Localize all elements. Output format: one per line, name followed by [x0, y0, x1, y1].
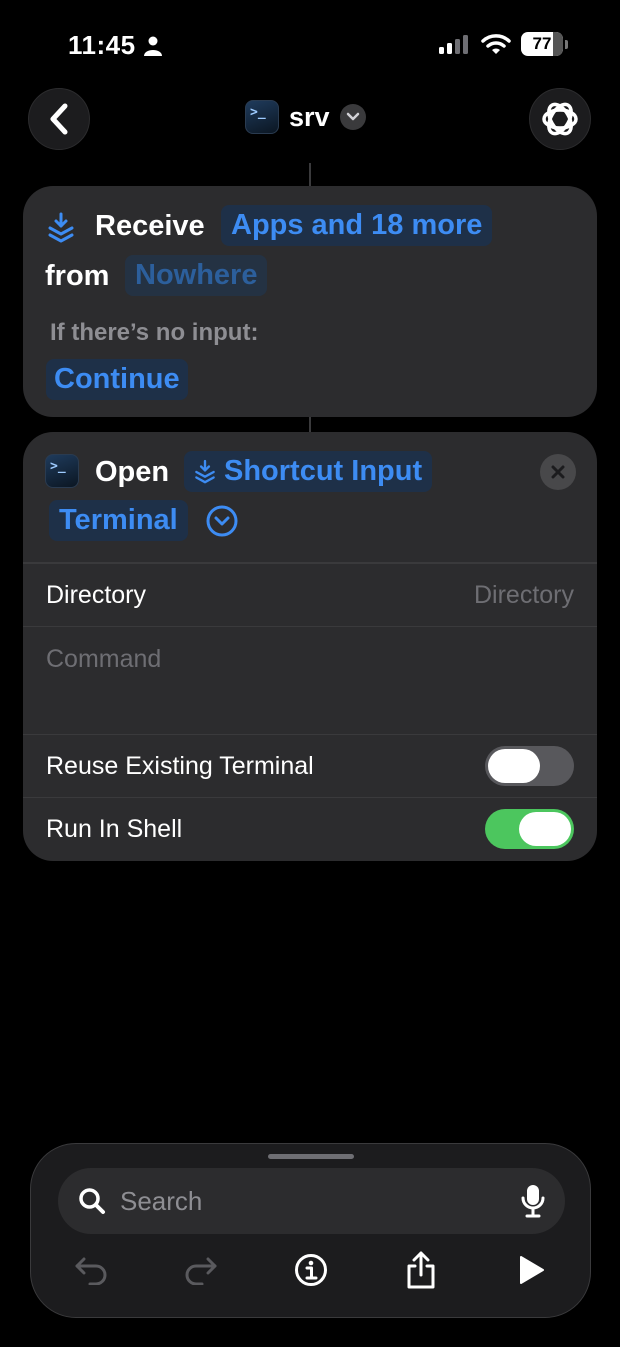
- source-token[interactable]: Nowhere: [125, 255, 268, 296]
- directory-row[interactable]: Directory Directory: [23, 562, 597, 626]
- share-icon: [407, 1251, 435, 1289]
- run-shortcut-button[interactable]: [511, 1250, 551, 1290]
- terminal-app-icon: >_: [245, 100, 279, 134]
- reuse-terminal-row: Reuse Existing Terminal: [23, 734, 597, 797]
- expand-chevron-icon[interactable]: [206, 505, 238, 537]
- app-token[interactable]: Terminal: [49, 500, 188, 541]
- chevron-down-icon: [339, 104, 366, 130]
- wifi-icon: [481, 34, 511, 54]
- directory-field[interactable]: Directory: [474, 581, 574, 610]
- run-in-shell-toggle[interactable]: [485, 809, 574, 849]
- terminal-app-icon: >_: [45, 454, 79, 488]
- reuse-terminal-toggle[interactable]: [485, 746, 574, 786]
- run-in-shell-row: Run In Shell: [23, 797, 597, 860]
- command-row[interactable]: Command: [23, 626, 597, 734]
- signal-icon: [439, 35, 468, 54]
- input-types-token[interactable]: Apps and 18 more: [221, 205, 493, 246]
- directory-label: Directory: [46, 580, 147, 609]
- status-icons: 77: [439, 32, 568, 56]
- receive-stack-icon: [48, 212, 74, 243]
- receive-stack-icon: [195, 459, 215, 483]
- shortcut-input-token[interactable]: Shortcut Input: [184, 451, 433, 492]
- receive-label: Receive: [95, 210, 205, 242]
- redo-button[interactable]: [181, 1250, 221, 1290]
- shortcut-title: srv: [289, 101, 330, 132]
- undo-icon: [75, 1257, 107, 1285]
- battery-level: 77: [532, 34, 552, 53]
- command-field[interactable]: Command: [46, 645, 161, 674]
- play-icon: [520, 1256, 544, 1284]
- info-icon: [295, 1254, 327, 1286]
- receive-action-card[interactable]: Receive Apps and 18 more from Nowhere If…: [23, 186, 597, 417]
- share-button[interactable]: [401, 1250, 441, 1290]
- action-search-panel: Search: [30, 1143, 591, 1318]
- no-input-action-token[interactable]: Continue: [46, 359, 188, 400]
- battery-icon: 77: [521, 32, 568, 56]
- back-button[interactable]: [28, 88, 90, 150]
- open-action-card[interactable]: >_ Open Shortcut Input Terminal Director…: [23, 432, 597, 861]
- search-input[interactable]: Search: [58, 1168, 565, 1234]
- status-time: 11:45: [68, 30, 162, 61]
- from-label: from: [45, 260, 110, 292]
- search-icon: [79, 1188, 105, 1214]
- chevron-left-icon: [50, 103, 68, 135]
- flow-connector: [309, 417, 311, 433]
- redo-icon: [185, 1257, 217, 1285]
- reuse-terminal-label: Reuse Existing Terminal: [46, 751, 314, 780]
- open-label: Open: [95, 456, 170, 488]
- info-button[interactable]: [291, 1250, 331, 1290]
- undo-button[interactable]: [71, 1250, 111, 1290]
- close-icon: [551, 465, 565, 479]
- remove-action-button[interactable]: [540, 454, 576, 490]
- person-icon: [143, 36, 162, 56]
- run-in-shell-label: Run In Shell: [46, 814, 183, 843]
- shortcut-title-menu[interactable]: >_ srv: [245, 100, 366, 134]
- clock: 11:45: [68, 30, 136, 60]
- shortcut-settings-button[interactable]: [529, 88, 591, 150]
- no-input-label: If there’s no input:: [50, 319, 259, 346]
- microphone-icon[interactable]: [521, 1184, 545, 1218]
- shortcut-input-label: Shortcut Input: [224, 455, 423, 487]
- flow-connector: [309, 163, 311, 187]
- settings-flower-icon: [542, 102, 578, 136]
- panel-grabber[interactable]: [268, 1154, 354, 1159]
- search-placeholder: Search: [120, 1185, 203, 1216]
